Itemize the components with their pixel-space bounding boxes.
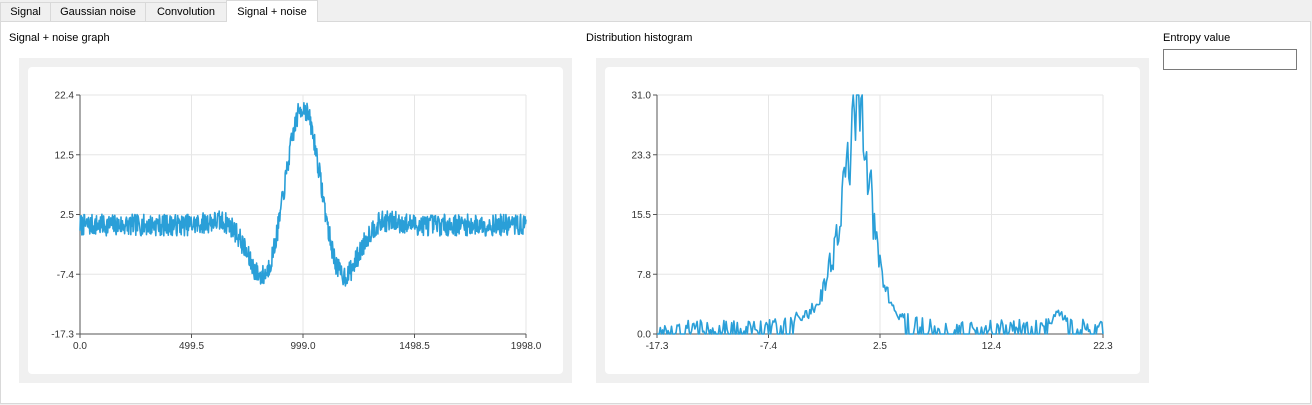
x-tick-label: 22.3 <box>1093 341 1113 352</box>
histogram-chart-frame: -17.3 -7.4 2.5 12.4 22.3 31.0 23.3 15.5 7.8 0.0 <box>596 58 1149 383</box>
y-tick-label: 22.4 <box>55 91 75 102</box>
x-tick-label: 12.4 <box>982 341 1002 352</box>
signal-chart-frame: 0.0 499.5 999.0 1498.5 1998.0 22.4 12.5 2.5 -7.4… <box>19 58 572 383</box>
signal-noise-chart: 0.0 499.5 999.0 1498.5 1998.0 22.4 12.5 2.5 -7.4… <box>51 91 542 353</box>
histogram-title: Distribution histogram <box>586 32 693 44</box>
y-tick-label: 15.5 <box>632 210 652 221</box>
x-tick-label: 1498.5 <box>399 341 430 352</box>
y-tick-label: 7.8 <box>637 270 651 281</box>
histogram-chart-card: -17.3 -7.4 2.5 12.4 22.3 31.0 23.3 15.5 7.8 0.0 <box>605 67 1140 374</box>
y-tick-label: -17.3 <box>51 330 74 341</box>
y-tick-label: -7.4 <box>57 270 75 281</box>
x-tick-label: -17.3 <box>646 341 669 352</box>
entropy-value-field[interactable] <box>1163 49 1297 70</box>
signal-chart-card: 0.0 499.5 999.0 1498.5 1998.0 22.4 12.5 2.5 -7.4… <box>28 67 563 374</box>
y-tick-label: 2.5 <box>60 210 74 221</box>
x-tick-label: 1998.0 <box>511 341 542 352</box>
y-tick-label: 23.3 <box>632 150 652 161</box>
entropy-label: Entropy value <box>1163 32 1231 44</box>
y-tick-label: 31.0 <box>632 91 652 102</box>
distribution-histogram-chart: -17.3 -7.4 2.5 12.4 22.3 31.0 23.3 15.5 7.8 0.0 <box>632 91 1114 353</box>
y-tick-label: 0.0 <box>637 330 651 341</box>
x-tick-label: 0.0 <box>73 341 87 352</box>
tab-convolution[interactable]: Convolution <box>145 2 227 21</box>
tab-gaussian-noise[interactable]: Gaussian noise <box>50 2 146 21</box>
tab-signal-plus-noise[interactable]: Signal + noise <box>226 0 318 22</box>
x-tick-label: 499.5 <box>179 341 204 352</box>
x-tick-label: 999.0 <box>290 341 315 352</box>
x-tick-label: -7.4 <box>760 341 778 352</box>
signal-graph-title: Signal + noise graph <box>9 32 110 44</box>
y-tick-label: 12.5 <box>55 150 75 161</box>
tab-bar: Signal Gaussian noise Convolution Signal… <box>0 0 1312 22</box>
tab-signal[interactable]: Signal <box>0 2 51 21</box>
x-tick-label: 2.5 <box>873 341 887 352</box>
